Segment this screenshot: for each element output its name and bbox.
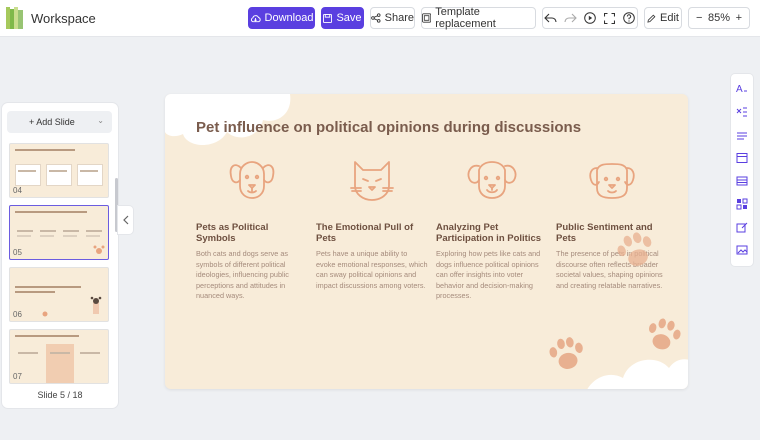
pencil-icon — [647, 14, 656, 23]
column-heading: Analyzing Pet Participation in Politics — [436, 222, 542, 244]
zoom-out-button[interactable]: − — [696, 12, 702, 24]
slide-thumbnail[interactable]: 06 — [9, 267, 109, 322]
align-icon[interactable] — [736, 130, 748, 142]
save-label: Save — [336, 12, 362, 24]
share-icon — [371, 13, 381, 23]
puppy-face-icon — [436, 156, 548, 208]
collapse-panel-button[interactable] — [118, 206, 133, 234]
content-column: Pets as Political Symbols Both cats and … — [196, 156, 308, 302]
zoom-control: − 85% + — [688, 7, 750, 29]
template-label: Template replacement — [435, 6, 496, 30]
column-text: Pets have a unique ability to evoke emot… — [316, 249, 428, 290]
paw-print-icon — [648, 318, 681, 350]
slides-panel: + Add Slide ⌄ 04 05 06 07 — [2, 103, 118, 408]
download-label: Download — [264, 12, 314, 24]
slide-title: Pet influence on political opinions duri… — [196, 119, 582, 136]
template-replacement-button[interactable]: Template replacement — [421, 6, 536, 30]
slide-number: 06 — [13, 310, 22, 319]
content-column: The Emotional Pull of Pets Pets have a u… — [316, 156, 428, 291]
cloud-download-icon — [250, 14, 261, 22]
layout-icon[interactable] — [736, 152, 748, 164]
text-style-icon[interactable]: A — [736, 82, 748, 94]
chevron-left-icon — [122, 215, 128, 225]
save-icon — [323, 13, 333, 23]
undo-icon[interactable] — [543, 10, 559, 26]
edit-label: Edit — [660, 12, 679, 24]
share-label: Share — [384, 12, 414, 24]
help-icon[interactable] — [621, 10, 637, 26]
edit-button[interactable]: Edit — [644, 7, 682, 29]
redo-icon[interactable] — [563, 10, 579, 26]
content-column: Analyzing Pet Participation in Politics … — [436, 156, 548, 302]
column-text: Both cats and dogs serve as symbols of d… — [196, 249, 289, 301]
pup-face-icon — [556, 156, 668, 208]
slide-canvas[interactable]: Pet influence on political opinions duri… — [165, 94, 688, 389]
image-icon[interactable] — [736, 244, 748, 256]
template-icon — [422, 13, 432, 23]
table-icon[interactable] — [736, 175, 748, 187]
fullscreen-icon[interactable] — [602, 10, 618, 26]
slide-thumbnail-selected[interactable]: 05 — [9, 205, 109, 260]
slide-counter: Slide 5 / 18 — [37, 390, 83, 400]
share-button[interactable]: Share — [370, 7, 415, 29]
add-slide-label: + Add Slide — [29, 117, 75, 127]
playback-group — [542, 7, 638, 29]
slide-thumbnail[interactable]: 04 — [9, 143, 109, 198]
grid-icon[interactable] — [736, 198, 748, 210]
formula-icon[interactable] — [736, 106, 748, 118]
add-slide-button[interactable]: + Add Slide ⌄ — [7, 111, 112, 133]
zoom-in-button[interactable]: + — [736, 12, 742, 24]
dog-face-icon — [196, 156, 308, 208]
column-heading: The Emotional Pull of Pets — [316, 222, 414, 244]
app-title: Workspace — [31, 11, 96, 26]
slide-number: 05 — [13, 248, 22, 257]
download-button[interactable]: Download — [248, 7, 315, 29]
save-button[interactable]: Save — [321, 7, 364, 29]
edit-shape-icon[interactable] — [736, 221, 748, 233]
column-text: Exploring how pets like cats and dogs in… — [436, 249, 541, 301]
slide-thumbnail[interactable]: 07 — [9, 329, 109, 384]
app-logo — [6, 7, 24, 29]
top-toolbar: Workspace Download Save Share Template r… — [0, 0, 760, 37]
svg-text:A: A — [736, 84, 743, 94]
play-icon[interactable] — [582, 10, 598, 26]
cat-face-icon — [316, 156, 428, 208]
right-toolbar: A — [731, 74, 753, 266]
slide-number: 04 — [13, 186, 22, 195]
slide-number: 07 — [13, 372, 22, 381]
paw-print-icon — [617, 232, 652, 266]
chevron-down-icon[interactable]: ⌄ — [97, 116, 104, 125]
zoom-level: 85% — [707, 12, 731, 24]
column-heading: Pets as Political Symbols — [196, 222, 269, 244]
paw-print-icon — [549, 337, 583, 369]
